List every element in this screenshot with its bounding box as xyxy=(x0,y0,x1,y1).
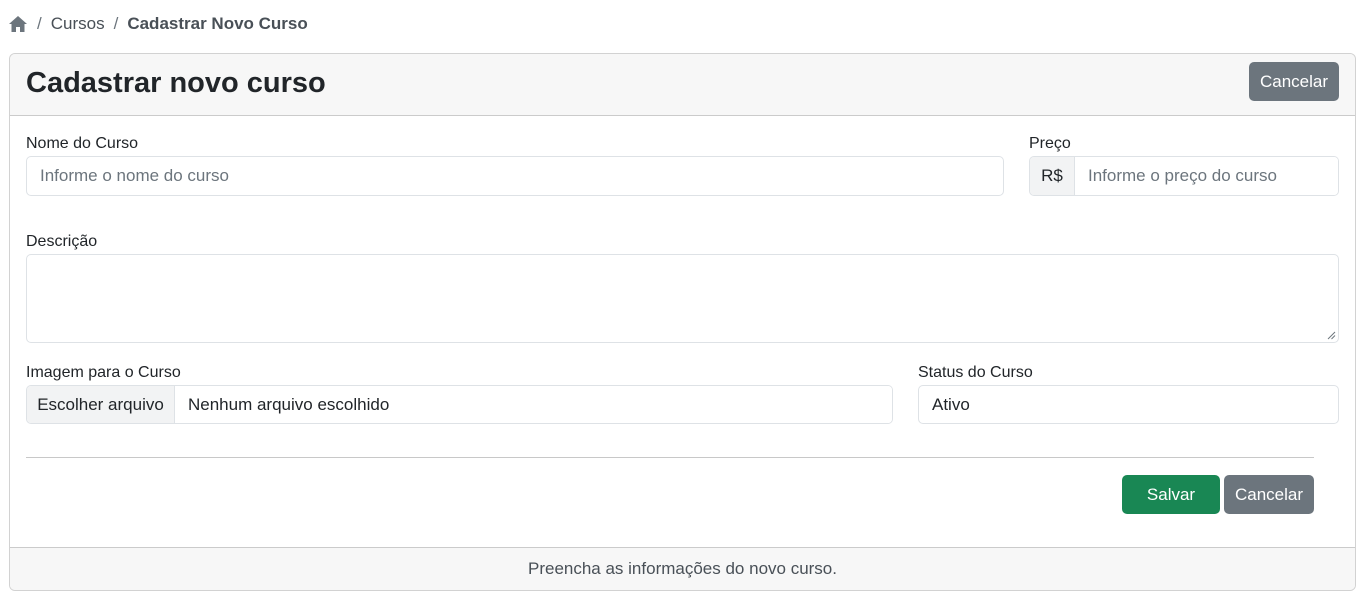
choose-file-button[interactable]: Escolher arquivo xyxy=(27,386,175,423)
status-select[interactable]: Ativo xyxy=(918,385,1339,424)
price-input[interactable]: Informe o preço do curso xyxy=(1075,157,1338,195)
currency-addon: R$ xyxy=(1030,157,1075,195)
form-divider xyxy=(26,457,1314,458)
status-label: Status do Curso xyxy=(918,364,1033,381)
cancel-button[interactable]: Cancelar xyxy=(1224,475,1314,514)
name-label: Nome do Curso xyxy=(26,135,139,152)
description-textarea[interactable] xyxy=(26,254,1339,343)
save-button[interactable]: Salvar xyxy=(1122,475,1220,514)
card-header: Cadastrar novo curso Cancelar xyxy=(10,54,1355,116)
file-status: Nenhum arquivo escolhido xyxy=(175,386,892,423)
breadcrumb-link-cursos[interactable]: Cursos xyxy=(51,14,105,34)
resize-grip-icon[interactable] xyxy=(1327,331,1336,340)
breadcrumb-current: Cadastrar Novo Curso xyxy=(127,14,308,33)
footer-text: Preencha as informações do novo curso. xyxy=(527,559,837,578)
description-label: Descrição xyxy=(26,233,98,250)
course-form-card: Cadastrar novo curso Cancelar Nome do Cu… xyxy=(9,53,1356,591)
breadcrumb-separator: / xyxy=(113,14,119,33)
page-title: Cadastrar novo curso xyxy=(26,67,326,99)
price-label: Preço xyxy=(1029,135,1071,152)
status-value: Ativo xyxy=(932,394,970,414)
course-name-placeholder: Informe o nome do curso xyxy=(40,166,229,185)
course-name-input[interactable]: Informe o nome do curso xyxy=(26,156,1004,196)
price-input-group: R$ Informe o preço do curso xyxy=(1029,156,1339,196)
breadcrumb-separator: / xyxy=(37,14,42,33)
breadcrumb: / Cursos / Cadastrar Novo Curso xyxy=(8,13,308,35)
image-label: Imagem para o Curso xyxy=(26,364,181,381)
home-icon[interactable] xyxy=(8,15,28,33)
card-footer: Preencha as informações do novo curso. xyxy=(10,547,1355,590)
image-file-input[interactable]: Escolher arquivo Nenhum arquivo escolhid… xyxy=(26,385,893,424)
header-cancel-button[interactable]: Cancelar xyxy=(1249,62,1339,101)
price-placeholder: Informe o preço do curso xyxy=(1088,166,1277,185)
